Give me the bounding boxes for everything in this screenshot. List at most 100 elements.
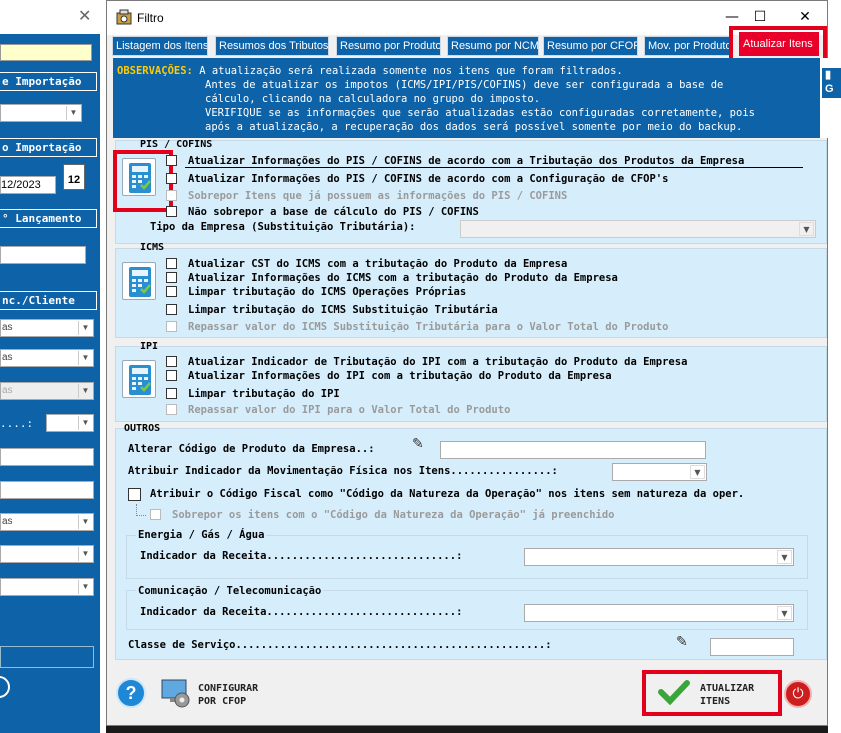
minimize-icon[interactable]: —	[722, 7, 742, 27]
select-value: as	[2, 322, 13, 333]
ipi-opt-3-checkbox[interactable]	[166, 388, 177, 399]
background-input-lancamento[interactable]	[0, 246, 86, 264]
energia-indicador-select[interactable]: ▼	[524, 548, 794, 566]
energia-indicador-label: Indicador da Receita....................…	[140, 550, 463, 562]
dialog-titlebar: Filtro — ☐ ✕	[107, 1, 827, 35]
background-titlebar: ✕	[0, 0, 100, 34]
help-icon[interactable]: ?	[116, 678, 146, 708]
ipi-opt-4-label: Repassar valor do IPI para o Valor Total…	[188, 404, 511, 416]
comunicacao-title: Comunicação / Telecomunicação	[136, 585, 324, 597]
background-window: ✕ e Importação ▼ o Importação 12/2023 12…	[0, 0, 100, 733]
tipo-empresa-select[interactable]: ▼	[460, 220, 816, 238]
observations-label: OBSERVAÇÕES:	[117, 65, 193, 77]
maximize-icon[interactable]: ☐	[750, 7, 770, 27]
energia-title: Energia / Gás / Água	[136, 529, 267, 541]
background-right-fragment: ▮ G	[822, 68, 841, 98]
icms-opt-4-label: Limpar tributação do ICMS Substituição T…	[188, 304, 498, 316]
chevron-down-icon: ▼	[78, 580, 92, 594]
atribuir-indicador-select[interactable]: ▼	[612, 463, 707, 481]
background-header-lancamento: ° Lançamento	[0, 209, 97, 228]
background-input-a[interactable]	[0, 448, 94, 466]
tab-resumos-dos-tributos[interactable]: Resumos dos Tributos	[215, 36, 329, 56]
icms-opt-2-checkbox[interactable]	[166, 272, 177, 283]
chevron-down-icon: ▼	[66, 106, 80, 120]
configurar-cfop-label[interactable]: CONFIGURAR POR CFOP	[198, 682, 258, 708]
observation-line: VERIFIQUE se as informações que serão at…	[205, 107, 755, 119]
icms-opt-5-checkbox[interactable]	[166, 321, 177, 332]
background-round-button-icon[interactable]	[0, 676, 10, 698]
background-date-input[interactable]: 12/2023	[0, 176, 56, 194]
calendar-icon[interactable]: 12	[63, 164, 85, 190]
tab-listagem-dos-itens[interactable]: Listagem dos Itens	[112, 36, 208, 56]
right-fragment-icon: ▮	[825, 69, 832, 81]
pis-opt-4-checkbox[interactable]	[166, 206, 177, 217]
background-header-cliente: nc./Cliente	[0, 291, 97, 310]
close-icon[interactable]: ✕	[795, 7, 815, 27]
background-select-7[interactable]: ▼	[0, 545, 94, 563]
chevron-down-icon: ▼	[777, 550, 792, 564]
icms-opt-4-checkbox[interactable]	[166, 304, 177, 315]
ipi-opt-1-label: Atualizar Indicador de Tributação do IPI…	[188, 356, 688, 368]
chevron-down-icon: ▼	[799, 222, 814, 236]
background-field-bottom	[0, 646, 94, 668]
pis-opt-1-checkbox[interactable]	[166, 155, 177, 166]
configurar-line-2: POR CFOP	[198, 696, 247, 707]
background-select-3[interactable]: as ▼	[0, 349, 94, 367]
configure-cfop-icon[interactable]	[160, 676, 192, 710]
chevron-down-icon: ▼	[78, 515, 92, 529]
ipi-opt-4-checkbox[interactable]	[166, 404, 177, 415]
observation-line: Antes de atualizar os impotos (ICMS/IPI/…	[205, 79, 724, 91]
atribuir-codigo-checkbox[interactable]	[128, 488, 141, 501]
icms-opt-3-checkbox[interactable]	[166, 286, 177, 297]
outros-title: OUTROS	[124, 423, 161, 434]
calendar-day: 12	[67, 174, 81, 186]
pis-opt-2-checkbox[interactable]	[166, 173, 177, 184]
taskbar-strip	[106, 726, 828, 733]
background-select-4[interactable]: as ▼	[0, 382, 94, 400]
background-select-1[interactable]: ▼	[0, 104, 82, 122]
classe-servico-input[interactable]	[710, 638, 794, 656]
icms-opt-3-label: Limpar tributação do ICMS Operações Próp…	[188, 286, 467, 298]
ipi-opt-2-checkbox[interactable]	[166, 370, 177, 381]
ipi-opt-2-label: Atualizar Informações do IPI com a tribu…	[188, 370, 612, 382]
power-icon[interactable]: ⏻	[784, 680, 812, 708]
alterar-codigo-input[interactable]	[440, 441, 706, 459]
chevron-down-icon: ▼	[690, 465, 705, 479]
eraser-icon[interactable]: ✎	[412, 436, 424, 452]
background-close-icon[interactable]: ✕	[78, 6, 91, 25]
select-value: as	[2, 352, 13, 363]
chevron-down-icon: ▼	[78, 321, 92, 335]
icms-opt-1-label: Atualizar CST do ICMS com a tributação d…	[188, 258, 568, 270]
tab-resumo-por-cfop[interactable]: Resumo por CFOP	[543, 36, 638, 56]
observation-line: cálculo, clicando na calculadora no grup…	[205, 93, 541, 105]
configurar-line-1: CONFIGURAR	[198, 683, 259, 694]
sobrepor-codigo-checkbox[interactable]	[150, 509, 161, 520]
select-value: as	[2, 385, 13, 396]
icms-opt-1-checkbox[interactable]	[166, 258, 177, 269]
background-input-b[interactable]	[0, 481, 94, 499]
pis-opt-3-checkbox[interactable]	[166, 190, 177, 201]
pis-opt-2-label: Atualizar Informações do PIS / COFINS de…	[188, 173, 669, 185]
alterar-codigo-label: Alterar Código de Produto da Empresa..:	[128, 443, 375, 455]
observation-line: A atualização será realizada somente nos…	[199, 65, 623, 77]
background-select-2[interactable]: as ▼	[0, 319, 94, 337]
background-header-data-importacao: o Importação	[0, 138, 97, 157]
ipi-opt-1-checkbox[interactable]	[166, 356, 177, 367]
background-header-importacao: e Importação	[0, 72, 97, 91]
tab-bar: Listagem dos Itens Resumos dos Tributos …	[112, 32, 827, 58]
calculator-icon[interactable]	[122, 360, 156, 398]
classe-servico-label: Classe de Serviço.......................…	[128, 639, 552, 651]
eraser-icon[interactable]: ✎	[676, 634, 688, 650]
chevron-down-icon: ▼	[78, 416, 92, 430]
background-select-8[interactable]: ▼	[0, 578, 94, 596]
background-input-top[interactable]	[0, 44, 92, 61]
calculator-icon[interactable]	[122, 262, 156, 300]
background-select-5[interactable]: ▼	[46, 414, 94, 432]
chevron-down-icon: ▼	[78, 547, 92, 561]
tab-resumo-por-produto[interactable]: Resumo por Produto	[336, 36, 441, 56]
background-select-6[interactable]: as ▼	[0, 513, 94, 531]
background-dots-label: ....:	[0, 417, 34, 430]
tab-mov-por-produto[interactable]: Mov. por Produto	[644, 36, 730, 56]
tab-resumo-por-ncm[interactable]: Resumo por NCM	[447, 36, 539, 56]
comunicacao-indicador-select[interactable]: ▼	[524, 604, 794, 622]
